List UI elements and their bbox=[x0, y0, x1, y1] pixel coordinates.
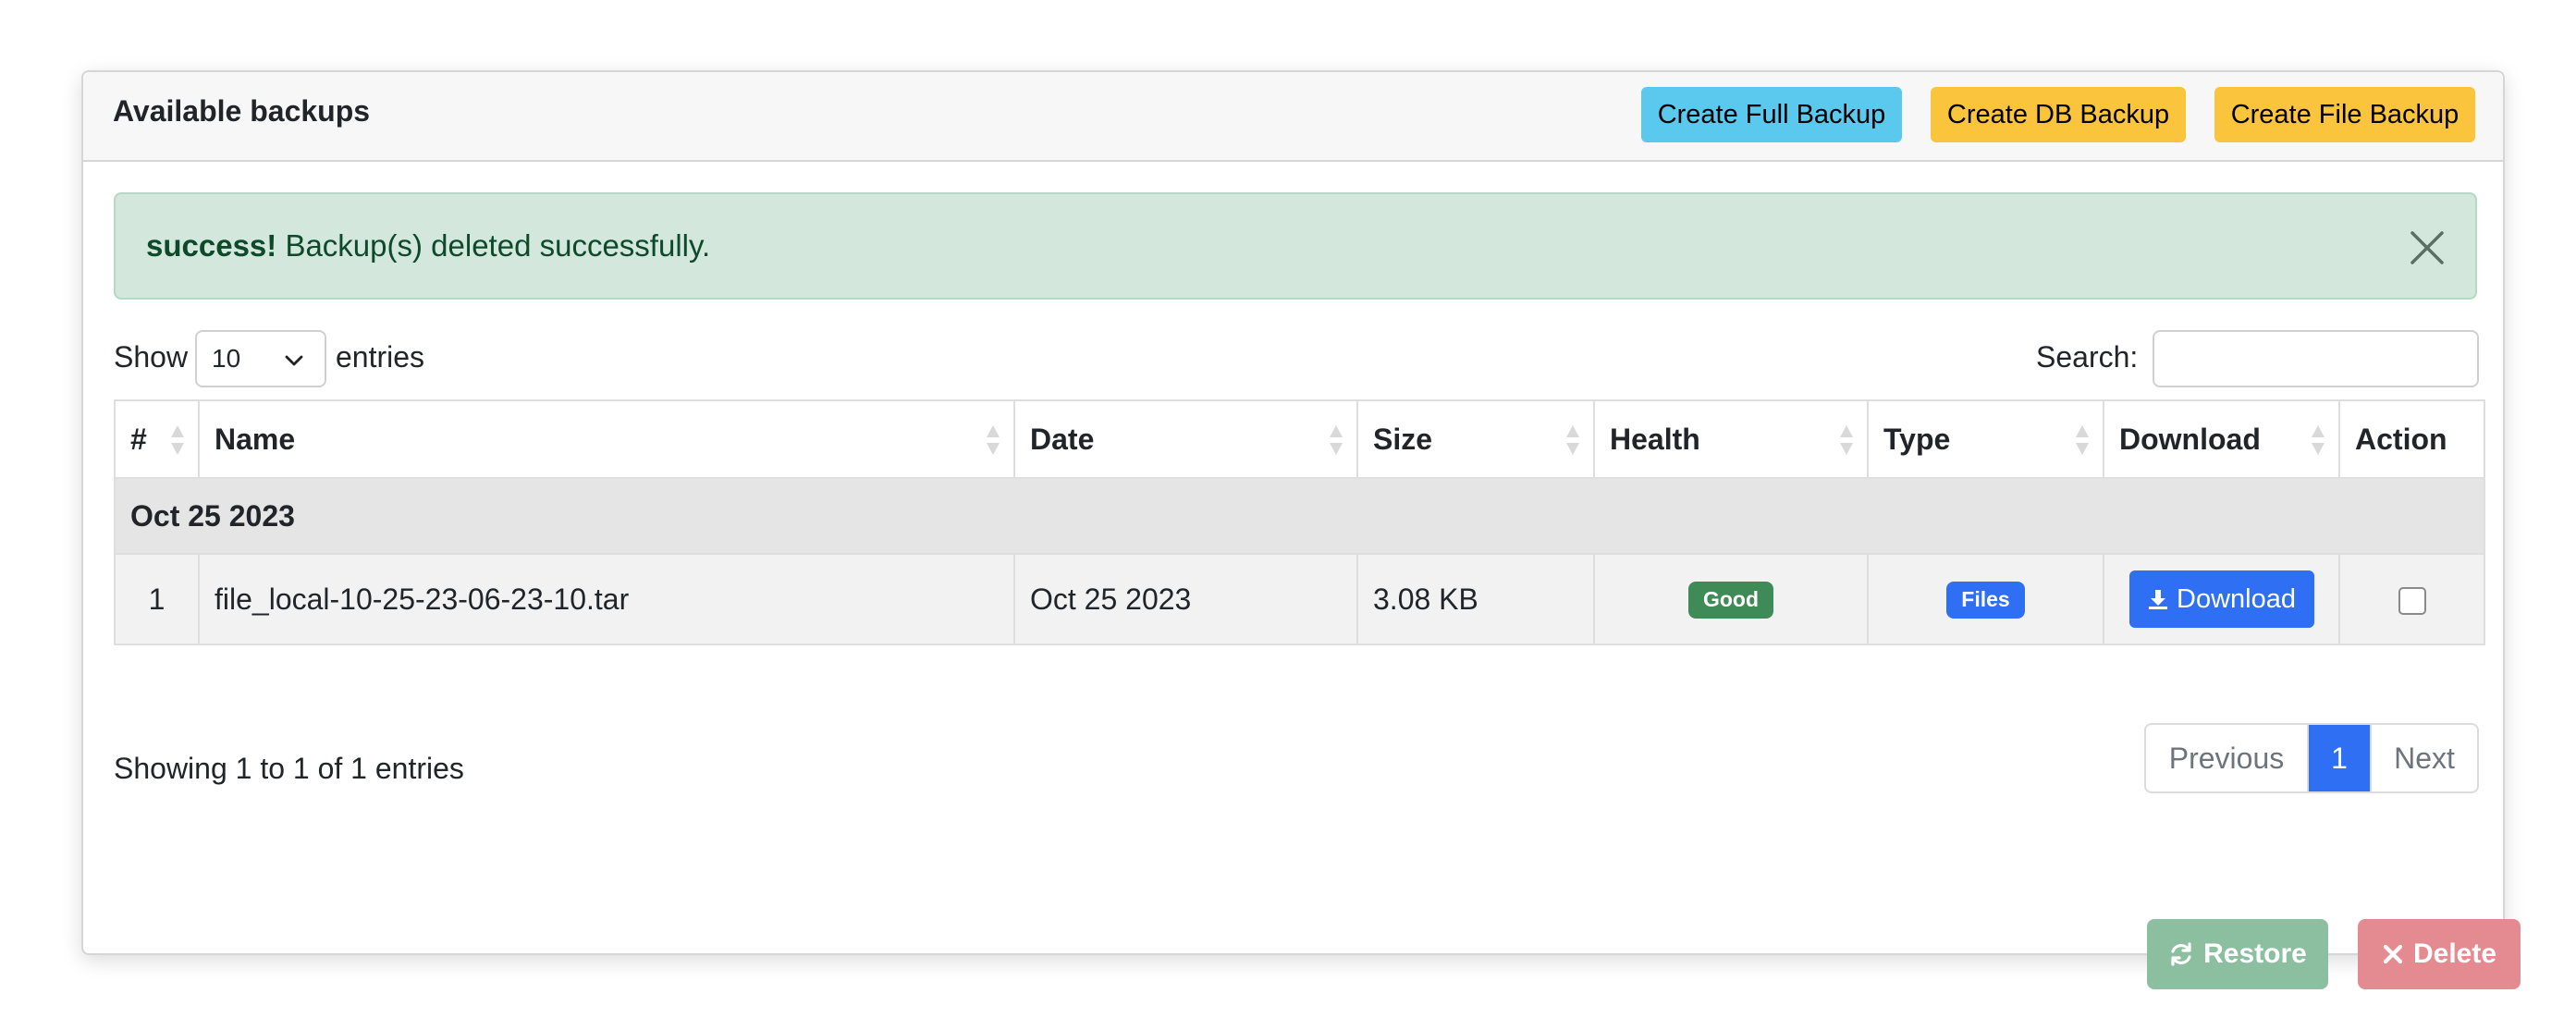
sort-icon bbox=[1330, 425, 1343, 455]
refresh-icon bbox=[2171, 942, 2191, 966]
sort-icon bbox=[1840, 425, 1853, 455]
column-header-number[interactable]: # bbox=[114, 399, 200, 479]
delete-button[interactable]: Delete bbox=[2358, 919, 2521, 989]
pagination-previous[interactable]: Previous bbox=[2146, 725, 2309, 791]
alert-message: Backup(s) deleted successfully. bbox=[285, 228, 711, 263]
pagination-next[interactable]: Next bbox=[2370, 725, 2477, 791]
pagination: Previous 1 Next bbox=[2144, 723, 2479, 793]
close-icon[interactable] bbox=[2407, 227, 2447, 268]
x-icon bbox=[2383, 944, 2403, 964]
show-label: Show bbox=[114, 340, 189, 374]
row-select-checkbox[interactable] bbox=[2398, 587, 2426, 616]
cell-health: Good bbox=[1593, 553, 1869, 645]
column-header-date[interactable]: Date bbox=[1013, 399, 1358, 479]
cell-number: 1 bbox=[114, 553, 200, 645]
create-file-backup-button[interactable]: Create File Backup bbox=[2214, 87, 2475, 142]
backups-table: # Name Date Size Health Type Download Ac… bbox=[114, 399, 2485, 645]
search-label: Search: bbox=[2036, 340, 2139, 374]
backups-card: Available backups Create Full Backup Cre… bbox=[81, 70, 2521, 989]
download-icon bbox=[2149, 590, 2167, 609]
column-header-health[interactable]: Health bbox=[1593, 399, 1869, 479]
alert-text: success! Backup(s) deleted successfully. bbox=[146, 228, 710, 264]
page-length-select[interactable]: 10 bbox=[195, 330, 326, 387]
alert-strong: success! bbox=[146, 228, 277, 263]
cell-download: Download bbox=[2103, 553, 2340, 645]
cell-date: Oct 25 2023 bbox=[1013, 553, 1358, 645]
column-header-type[interactable]: Type bbox=[1867, 399, 2104, 479]
success-alert: success! Backup(s) deleted successfully. bbox=[114, 192, 2477, 300]
restore-button[interactable]: Restore bbox=[2147, 919, 2328, 989]
table-info: Showing 1 to 1 of 1 entries bbox=[114, 752, 464, 785]
sort-icon bbox=[987, 425, 1000, 455]
column-header-action: Action bbox=[2338, 399, 2485, 479]
column-header-download[interactable]: Download bbox=[2103, 399, 2340, 479]
restore-label: Restore bbox=[2203, 938, 2307, 969]
cell-type: Files bbox=[1867, 553, 2104, 645]
card-header: Available backups Create Full Backup Cre… bbox=[83, 72, 2503, 162]
card-title: Available backups bbox=[113, 94, 371, 128]
chevron-down-icon bbox=[285, 355, 303, 366]
cell-size: 3.08 KB bbox=[1356, 553, 1595, 645]
pagination-page-1[interactable]: 1 bbox=[2309, 725, 2370, 791]
type-badge: Files bbox=[1946, 582, 2025, 619]
group-row: Oct 25 2023 bbox=[114, 477, 2485, 555]
create-db-backup-button[interactable]: Create DB Backup bbox=[1931, 87, 2186, 142]
table-header-row: # Name Date Size Health Type Download Ac… bbox=[114, 399, 2485, 479]
entries-label: entries bbox=[336, 340, 425, 374]
cell-action bbox=[2338, 553, 2485, 645]
column-header-size[interactable]: Size bbox=[1356, 399, 1595, 479]
page-length-value: 10 bbox=[212, 344, 241, 373]
create-full-backup-button[interactable]: Create Full Backup bbox=[1641, 87, 1902, 142]
download-label: Download bbox=[2177, 583, 2296, 614]
column-header-name[interactable]: Name bbox=[198, 399, 1015, 479]
sort-icon bbox=[2076, 425, 2089, 455]
download-button[interactable]: Download bbox=[2128, 570, 2314, 628]
cell-name: file_local-10-25-23-06-23-10.tar bbox=[198, 553, 1015, 645]
sort-icon bbox=[1566, 425, 1579, 455]
health-badge: Good bbox=[1687, 582, 1774, 619]
sort-icon bbox=[2312, 425, 2325, 455]
group-label: Oct 25 2023 bbox=[114, 477, 2485, 555]
delete-label: Delete bbox=[2412, 938, 2497, 969]
sort-icon bbox=[171, 425, 184, 455]
search-input[interactable] bbox=[2153, 330, 2479, 387]
table-row: 1 file_local-10-25-23-06-23-10.tar Oct 2… bbox=[114, 553, 2485, 645]
